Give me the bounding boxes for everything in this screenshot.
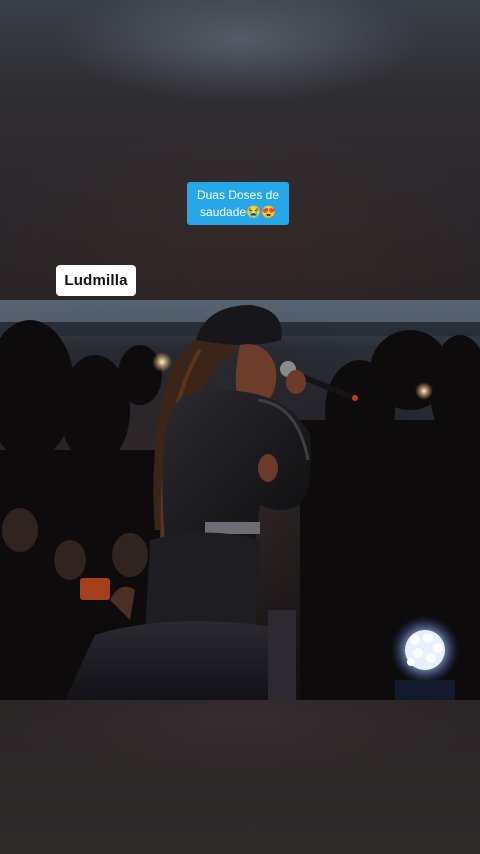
video-frame[interactable] [0,300,480,700]
blurred-backdrop-bottom [0,700,480,854]
video-post-screen: Duas Doses de saudade😭😍 Ludmilla [0,0,480,854]
caption-line-2: saudade😭😍 [200,204,276,219]
caption-sticker: Duas Doses de saudade😭😍 [187,182,289,225]
caption-line-1: Duas Doses de [196,187,280,202]
concert-scene-image [0,300,480,700]
name-tag: Ludmilla [56,265,136,296]
blurred-backdrop-top [0,0,480,300]
